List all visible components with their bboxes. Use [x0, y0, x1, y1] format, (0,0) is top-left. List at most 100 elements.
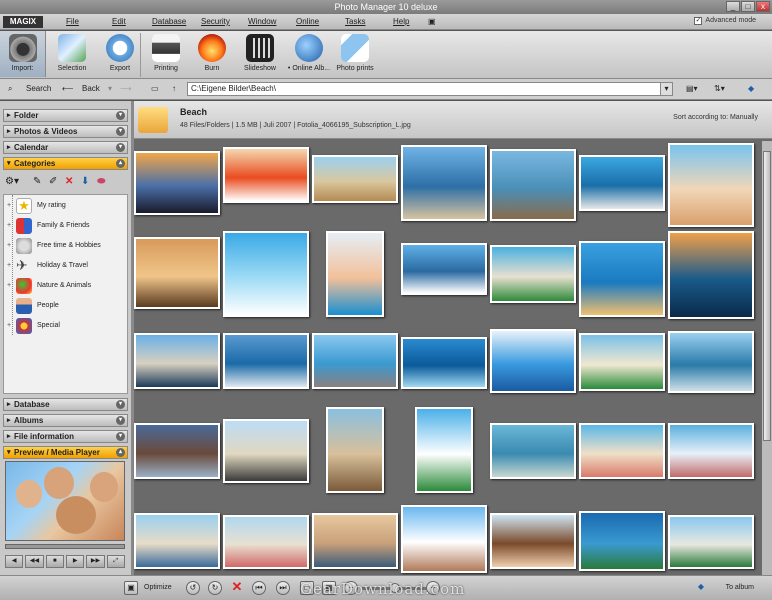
photo-thumbnail[interactable]	[490, 329, 576, 393]
tag-icon[interactable]: ✎	[33, 176, 41, 187]
menu-tasks[interactable]: Tasks	[345, 17, 365, 26]
dropdown-icon[interactable]: ▾	[108, 84, 112, 93]
photo-thumbnail[interactable]	[223, 515, 309, 569]
expand-icon[interactable]: ▾	[116, 400, 125, 409]
optimize-icon[interactable]: ▣	[124, 581, 138, 595]
slideshow-button[interactable]: Slideshow	[236, 31, 284, 77]
photo-thumbnail[interactable]	[223, 231, 309, 317]
photo-thumbnail[interactable]	[668, 143, 754, 227]
photo-thumbnail[interactable]	[223, 333, 309, 389]
panel-folder[interactable]: ▸ Folder ▾	[3, 109, 128, 122]
rotate-right-icon[interactable]: ↻	[208, 581, 222, 595]
rewind-start-icon[interactable]: ◀	[5, 555, 24, 568]
next-photo-icon[interactable]: ⏭	[276, 581, 290, 595]
category-family-friends[interactable]: + Family & Friends	[4, 218, 127, 236]
expand-plus-icon[interactable]: +	[7, 242, 11, 249]
photo-thumbnail[interactable]	[668, 515, 754, 569]
photo-prints-button[interactable]: Photo prints	[332, 31, 378, 77]
expand-plus-icon[interactable]: +	[7, 282, 11, 289]
panel-file-information[interactable]: ▸ File information ▾	[3, 430, 128, 443]
search-icon[interactable]: ⌕	[8, 84, 12, 94]
back-button[interactable]: Back	[82, 84, 100, 93]
category-special[interactable]: + Special	[4, 318, 127, 336]
online-album-button[interactable]: • Online Alb...	[284, 31, 334, 77]
category-nature-animals[interactable]: + Nature & Animals	[4, 278, 127, 296]
sort-icon[interactable]: ⇅▾	[714, 84, 725, 93]
to-album-button[interactable]: To album	[726, 584, 754, 591]
scrollbar-thumb[interactable]	[763, 151, 771, 441]
menu-window[interactable]: Window	[248, 17, 276, 26]
expand-icon[interactable]: ▾	[116, 111, 125, 120]
category-people[interactable]: People	[4, 298, 127, 316]
eraser-icon[interactable]: ⬬	[97, 176, 106, 187]
photo-thumbnail[interactable]	[326, 407, 384, 493]
maximize-button[interactable]: □	[741, 1, 755, 12]
close-button[interactable]: x	[756, 1, 770, 12]
photo-thumbnail[interactable]	[326, 231, 384, 317]
collapse-icon[interactable]: ▴	[116, 159, 125, 168]
expand-icon[interactable]: ▾	[116, 127, 125, 136]
photo-thumbnail[interactable]	[579, 511, 665, 571]
forward-arrow-icon[interactable]: ⟶	[120, 84, 131, 93]
panel-albums[interactable]: ▸ Albums ▾	[3, 414, 128, 427]
expand-plus-icon[interactable]: +	[7, 322, 11, 329]
expand-plus-icon[interactable]: +	[7, 222, 11, 229]
panel-categories[interactable]: ▾ Categories ▴	[3, 157, 128, 170]
photo-thumbnail[interactable]	[668, 331, 754, 393]
assign-icon[interactable]: ⬇	[81, 176, 89, 187]
panel-photos-videos[interactable]: ▸ Photos & Videos ▾	[3, 125, 128, 138]
photo-thumbnail[interactable]	[401, 145, 487, 221]
printing-button[interactable]: Printing	[142, 31, 190, 77]
panel-preview-media-player[interactable]: ▾ Preview / Media Player ▴	[3, 446, 128, 459]
media-seek-bar[interactable]	[5, 544, 125, 549]
burn-button[interactable]: Burn	[188, 31, 236, 77]
photo-thumbnail[interactable]	[401, 337, 487, 389]
photo-thumbnail[interactable]	[490, 245, 576, 303]
photo-thumbnail[interactable]	[401, 243, 487, 295]
expand-plus-icon[interactable]: +	[7, 202, 11, 209]
photo-thumbnail[interactable]	[223, 147, 309, 203]
menu-database[interactable]: Database	[152, 17, 186, 26]
panel-calendar[interactable]: ▸ Calendar ▾	[3, 141, 128, 154]
menu-online[interactable]: Online	[296, 17, 319, 26]
up-arrow-icon[interactable]: ↑	[172, 84, 176, 93]
photo-thumbnail[interactable]	[579, 423, 665, 479]
menu-edit[interactable]: Edit	[112, 17, 126, 26]
computer-icon[interactable]: ▭	[151, 84, 159, 93]
photo-thumbnail[interactable]	[668, 423, 754, 479]
menu-help[interactable]: Help	[393, 17, 409, 26]
photo-thumbnail[interactable]	[312, 333, 398, 389]
minimize-button[interactable]: _	[726, 1, 740, 12]
photo-thumbnail[interactable]	[579, 333, 665, 391]
back-arrow-icon[interactable]: ⟵	[62, 84, 73, 93]
category-free-time[interactable]: + Free time & Hobbies	[4, 238, 127, 256]
vertical-scrollbar[interactable]	[762, 141, 772, 575]
photo-thumbnail[interactable]	[415, 407, 473, 493]
stop-icon[interactable]: ■	[45, 555, 64, 568]
photo-thumbnail[interactable]	[312, 155, 398, 203]
photo-thumbnail[interactable]	[401, 505, 487, 573]
help-book-icon[interactable]: ▣	[428, 17, 436, 26]
export-button[interactable]: Export	[96, 31, 144, 77]
photo-thumbnail[interactable]	[134, 333, 220, 389]
photo-thumbnail[interactable]	[134, 423, 220, 479]
expand-icon[interactable]: ▾	[116, 143, 125, 152]
gear-icon[interactable]: ⚙▾	[5, 176, 19, 187]
collapse-icon[interactable]: ▴	[116, 448, 125, 457]
view-mode-icon[interactable]: ▤▾	[686, 84, 698, 93]
import-button[interactable]: Import:	[0, 31, 46, 77]
fullscreen-icon[interactable]: ⤢	[106, 555, 125, 568]
category-holiday-travel[interactable]: + ✈ Holiday & Travel	[4, 258, 127, 276]
previous-photo-icon[interactable]: ⏮	[252, 581, 266, 595]
next-icon[interactable]: ▶▶	[86, 555, 105, 568]
book-icon[interactable]: ◆	[748, 84, 754, 93]
path-field[interactable]: C:\Eigene Bilder\Beach\ ▾	[187, 82, 673, 96]
expand-icon[interactable]: ▾	[116, 416, 125, 425]
sort-label[interactable]: Sort according to: Manually	[673, 114, 758, 121]
photo-thumbnail[interactable]	[579, 155, 665, 211]
expand-icon[interactable]: ▾	[116, 432, 125, 441]
expand-plus-icon[interactable]: +	[7, 262, 11, 269]
path-dropdown-icon[interactable]: ▾	[660, 83, 672, 95]
advanced-mode-toggle[interactable]: ✓ Advanced mode	[694, 17, 756, 25]
delete-icon[interactable]: ✕	[65, 176, 73, 187]
